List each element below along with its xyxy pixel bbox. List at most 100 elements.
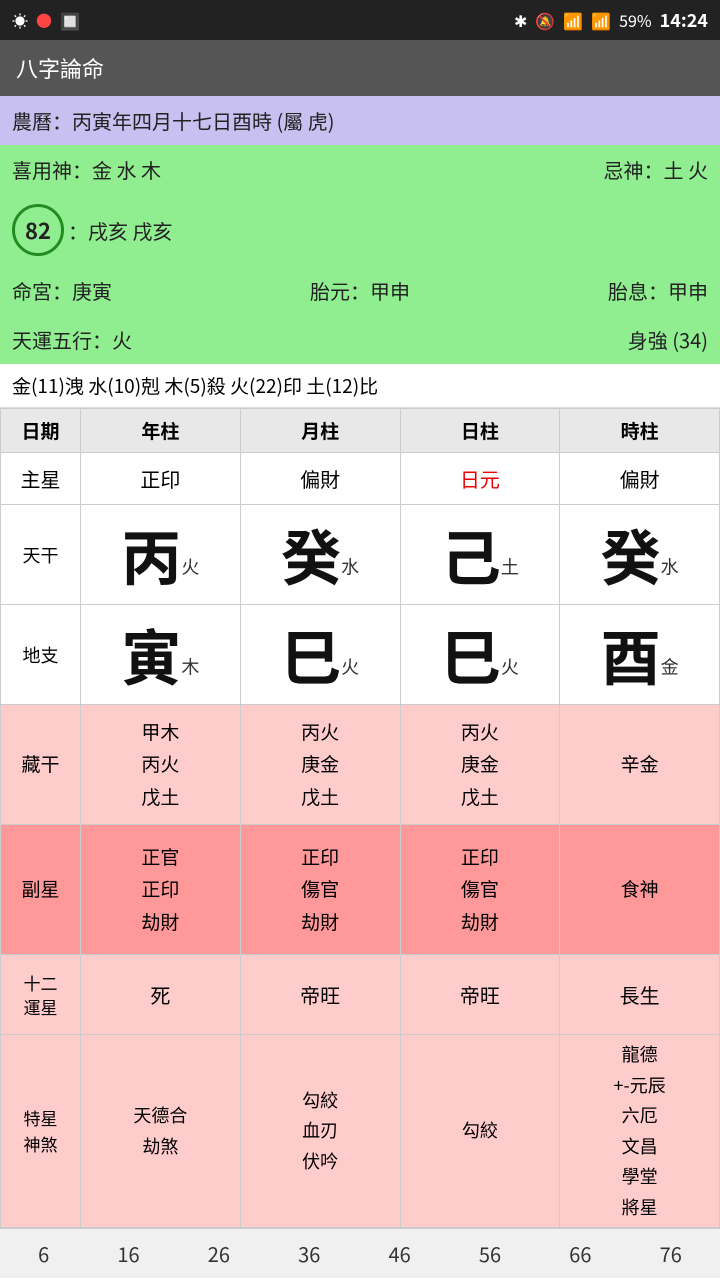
zhuxing-row: 主星 正印 偏財 日元 偏財 xyxy=(1,453,720,505)
canggan-yue: 丙火 庚金 戊土 xyxy=(240,705,400,825)
fuxing-label: 副星 xyxy=(1,825,81,955)
dizhi-ri-sub: 火 xyxy=(501,654,519,680)
minggong-text: 命宮：庚寅 xyxy=(12,276,112,305)
unfavorable-text: 忌神：土 火 xyxy=(604,155,708,184)
fuxing-ri: 正印 傷官 劫財 xyxy=(400,825,560,955)
tiangan-shi-sub: 水 xyxy=(661,554,679,580)
status-bar: ☀ ● 🔲 ✱ 🔕 📶 📶 59% 14:24 xyxy=(0,0,720,40)
taiyuan-text: 胎元：甲申 xyxy=(310,276,410,305)
specialstar-ri: 勾絞 xyxy=(400,1035,560,1228)
header-nian: 年柱 xyxy=(81,409,241,453)
five-elem-text: 金(11)洩 水(10)剋 木(5)殺 火(22)印 土(12)比 xyxy=(12,372,378,399)
fuxing-nian: 正官 正印 劫財 xyxy=(81,825,241,955)
dizhi-ri-char: 巳 xyxy=(441,611,501,698)
bluetooth-icon: ✱ xyxy=(514,8,527,32)
canggan-label: 藏干 xyxy=(1,705,81,825)
dizhi-yue-char: 巳 xyxy=(281,611,341,698)
tiangan-nian: 丙火 xyxy=(81,505,241,605)
clock: 14:24 xyxy=(660,7,708,33)
mute-icon: 🔕 xyxy=(535,8,555,32)
page-title: 八字論命 xyxy=(16,52,104,84)
dizhi-row: 地支 寅木 巳火 巳火 酉金 xyxy=(1,605,720,705)
fuxing-row: 副星 正官 正印 劫財 正印 傷官 劫財 正印 傷官 劫財 食神 xyxy=(1,825,720,955)
dizhi-ri: 巳火 xyxy=(400,605,560,705)
tiangan-ri-sub: 土 xyxy=(501,554,519,580)
bottom-numbers-row: 6 16 26 36 46 56 66 76 xyxy=(0,1228,720,1278)
tiangan-yue-sub: 水 xyxy=(341,554,359,580)
twelvestar-label: 十二 運星 xyxy=(1,955,81,1035)
dizhi-nian-char: 寅 xyxy=(121,611,181,698)
bottom-num-6: 56 xyxy=(479,1239,501,1268)
tiangan-shi-char: 癸 xyxy=(601,511,661,598)
zhuxing-yue: 偏財 xyxy=(240,453,400,505)
dizhi-shi: 酉金 xyxy=(560,605,720,705)
dizhi-nian: 寅木 xyxy=(81,605,241,705)
favorable-row: 喜用神：金 水 木 忌神：土 火 xyxy=(0,145,720,194)
bottom-num-8: 76 xyxy=(660,1239,682,1268)
bottom-num-5: 46 xyxy=(388,1239,410,1268)
tiangan-nian-char: 丙 xyxy=(121,511,181,598)
twelvestar-row: 十二 運星 死 帝旺 帝旺 長生 xyxy=(1,955,720,1035)
specialstar-row: 特星 神煞 天德合 劫煞 勾絞 血刃 伏吟 勾絞 龍德 +-元辰 六厄 文昌 學… xyxy=(1,1035,720,1228)
specialstar-yue: 勾絞 血刃 伏吟 xyxy=(240,1035,400,1228)
nayin-text: ：戌亥 戌亥 xyxy=(68,216,172,245)
tiangan-nian-sub: 火 xyxy=(181,554,199,580)
dizhi-yue-sub: 火 xyxy=(341,654,359,680)
twelvestar-ri: 帝旺 xyxy=(400,955,560,1035)
canggan-row: 藏干 甲木 丙火 戊土 丙火 庚金 戊土 丙火 庚金 戊土 辛金 xyxy=(1,705,720,825)
minggong-row: 命宮：庚寅 胎元：甲申 胎息：甲申 xyxy=(0,266,720,315)
tiangan-label: 天干 xyxy=(1,505,81,605)
zhuxing-shi: 偏財 xyxy=(560,453,720,505)
dizhi-nian-sub: 木 xyxy=(181,654,199,680)
bottom-num-3: 26 xyxy=(208,1239,230,1268)
nayin-row: 82 ：戌亥 戌亥 xyxy=(0,194,720,266)
fuxing-shi: 食神 xyxy=(560,825,720,955)
signal-icon: 📶 xyxy=(591,8,611,32)
tiangan-yue-char: 癸 xyxy=(281,511,341,598)
bottom-num-2: 16 xyxy=(117,1239,139,1268)
tianyun-text: 天運五行：火 xyxy=(12,325,132,354)
dizhi-shi-sub: 金 xyxy=(661,654,679,680)
twelvestar-nian: 死 xyxy=(81,955,241,1035)
twelvestar-yue: 帝旺 xyxy=(240,955,400,1035)
table-header: 日期 年柱 月柱 日柱 時柱 xyxy=(1,409,720,453)
zhuxing-nian: 正印 xyxy=(81,453,241,505)
header-ri: 日柱 xyxy=(400,409,560,453)
canggan-shi: 辛金 xyxy=(560,705,720,825)
bottom-num-4: 36 xyxy=(298,1239,320,1268)
tiangan-ri-char: 己 xyxy=(441,511,501,598)
twelvestar-shi: 長生 xyxy=(560,955,720,1035)
header-label: 日期 xyxy=(1,409,81,453)
sun-icon: ☀ xyxy=(12,8,28,32)
battery-level: 59% xyxy=(619,8,652,32)
dizhi-yue: 巳火 xyxy=(240,605,400,705)
main-table: 日期 年柱 月柱 日柱 時柱 主星 正印 偏財 日元 偏財 天干 丙火 癸水 己… xyxy=(0,408,720,1228)
tianyun-row: 天運五行：火 身強 (34) xyxy=(0,315,720,364)
lunar-row: 農曆：丙寅年四月十七日酉時 (屬 虎) xyxy=(0,96,720,145)
content: 農曆：丙寅年四月十七日酉時 (屬 虎) 喜用神：金 水 木 忌神：土 火 82 … xyxy=(0,96,720,1278)
bottom-num-7: 66 xyxy=(569,1239,591,1268)
specialstar-nian: 天德合 劫煞 xyxy=(81,1035,241,1228)
score-circle: 82 xyxy=(12,204,64,256)
taixi-text: 胎息：甲申 xyxy=(608,276,708,305)
tiangan-yue: 癸水 xyxy=(240,505,400,605)
lunar-text: 農曆：丙寅年四月十七日酉時 (屬 虎) xyxy=(12,106,334,135)
chrome-icon: ● xyxy=(36,8,52,32)
specialstar-label: 特星 神煞 xyxy=(1,1035,81,1228)
tiangan-shi: 癸水 xyxy=(560,505,720,605)
title-bar: 八字論命 xyxy=(0,40,720,96)
zhuxing-ri: 日元 xyxy=(400,453,560,505)
fuxing-yue: 正印 傷官 劫財 xyxy=(240,825,400,955)
specialstar-shi: 龍德 +-元辰 六厄 文昌 學堂 將星 xyxy=(560,1035,720,1228)
dizhi-shi-char: 酉 xyxy=(601,611,661,698)
canggan-nian: 甲木 丙火 戊土 xyxy=(81,705,241,825)
canggan-ri: 丙火 庚金 戊土 xyxy=(400,705,560,825)
favorable-text: 喜用神：金 水 木 xyxy=(12,155,161,184)
tiangan-row: 天干 丙火 癸水 己土 癸水 xyxy=(1,505,720,605)
five-elem-row: 金(11)洩 水(10)剋 木(5)殺 火(22)印 土(12)比 xyxy=(0,364,720,408)
shenqiang-text: 身強 (34) xyxy=(628,325,708,354)
tiangan-ri: 己土 xyxy=(400,505,560,605)
bottom-num-1: 6 xyxy=(38,1239,49,1268)
wifi-icon: 📶 xyxy=(563,8,583,32)
app-icon: 🔲 xyxy=(60,8,80,32)
